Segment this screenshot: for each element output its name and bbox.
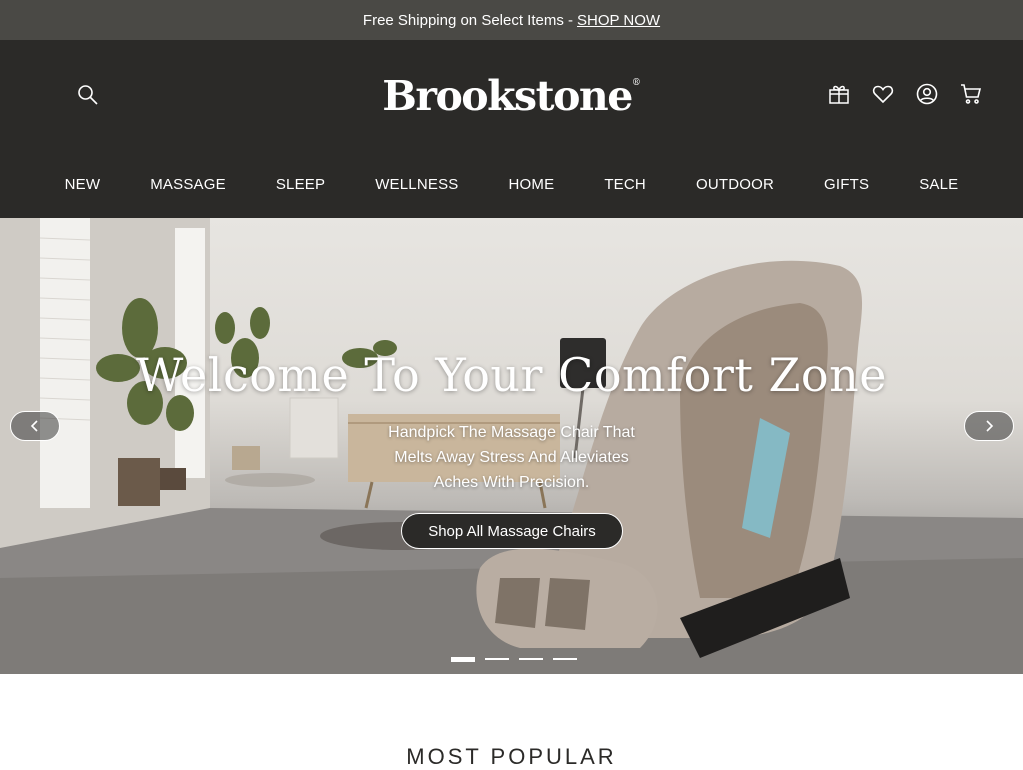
slide-indicator-3[interactable] xyxy=(519,658,543,660)
slide-indicator-2[interactable] xyxy=(485,658,509,660)
hero-subtitle-line: Aches With Precision. xyxy=(433,474,590,491)
account-icon[interactable] xyxy=(915,82,939,106)
most-popular-heading: MOST POPULAR xyxy=(406,744,617,769)
nav-tech[interactable]: TECH xyxy=(579,176,671,193)
site-header: Brookstone® NEW MASSAGE SLEEP WELLNESS H… xyxy=(0,40,1023,218)
nav-wellness[interactable]: WELLNESS xyxy=(350,176,483,193)
chevron-right-icon xyxy=(986,420,994,432)
previous-slide-button[interactable] xyxy=(10,411,60,441)
hero-subtitle-line: Melts Away Stress And Alleviates xyxy=(394,449,629,466)
main-nav: NEW MASSAGE SLEEP WELLNESS HOME TECH OUT… xyxy=(0,176,1023,193)
nav-new[interactable]: NEW xyxy=(40,176,126,193)
header-icons xyxy=(827,82,983,106)
promo-text: Free Shipping on Select Items - xyxy=(362,11,574,29)
nav-sale[interactable]: SALE xyxy=(894,176,983,193)
registered-mark: ® xyxy=(631,78,641,88)
shop-all-massage-chairs-button[interactable]: Shop All Massage Chairs xyxy=(401,513,623,549)
nav-gifts[interactable]: GIFTS xyxy=(799,176,894,193)
nav-outdoor[interactable]: OUTDOOR xyxy=(671,176,799,193)
chevron-left-icon xyxy=(30,420,38,432)
logo-text: Brookstone xyxy=(382,72,633,120)
hero-banner: Welcome To Your Comfort Zone Handpick Th… xyxy=(0,218,1023,674)
slide-indicator-1[interactable] xyxy=(451,656,475,662)
nav-massage[interactable]: MASSAGE xyxy=(125,176,251,193)
hero-subtitle: Handpick The Massage Chair That Melts Aw… xyxy=(0,420,1023,495)
slide-indicators xyxy=(451,656,577,662)
nav-sleep[interactable]: SLEEP xyxy=(251,176,350,193)
slide-indicator-4[interactable] xyxy=(553,658,577,660)
cart-icon[interactable] xyxy=(959,82,983,106)
hero-title: Welcome To Your Comfort Zone xyxy=(136,348,887,402)
hero-subtitle-line: Handpick The Massage Chair That xyxy=(388,424,635,441)
heart-icon[interactable] xyxy=(871,82,895,106)
next-slide-button[interactable] xyxy=(964,411,1014,441)
promo-bar: Free Shipping on Select Items - SHOP NOW xyxy=(0,0,1023,40)
shop-now-link[interactable]: SHOP NOW xyxy=(577,12,660,29)
nav-home[interactable]: HOME xyxy=(484,176,580,193)
gift-icon[interactable] xyxy=(827,82,851,106)
